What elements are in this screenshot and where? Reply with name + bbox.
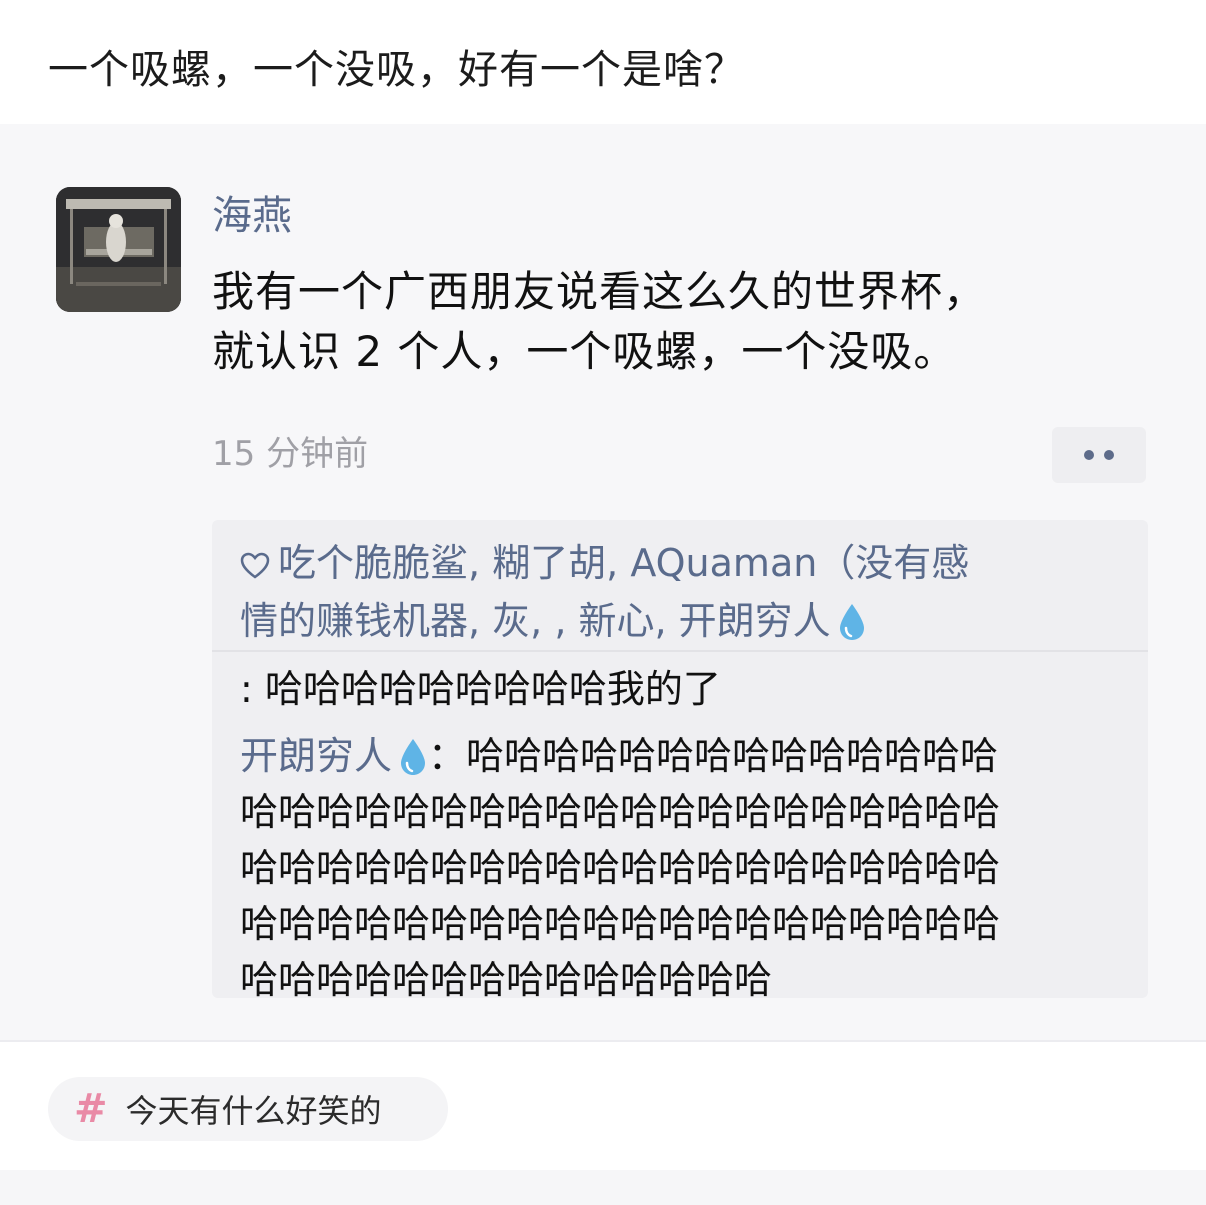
water-drop-icon [401,739,426,775]
likes-list: 吃个脆脆鲨, 糊了胡, AQuaman（没有感 情的赚钱机器, 灰, , 新心,… [240,534,1120,650]
likes-divider [212,650,1148,652]
question-header: 一个吸螺，一个没吸，好有一个是啥？ [0,0,1206,124]
username[interactable]: 海燕 [212,188,292,244]
comment[interactable]: : 哈哈哈哈哈哈哈哈哈我的了 [240,662,721,716]
bottom-band [0,1170,1206,1205]
comment-line: 哈哈哈哈哈哈哈哈哈哈哈哈哈哈哈哈哈哈哈哈 [240,902,1001,946]
more-dot-icon [1084,450,1094,460]
water-drop-icon [839,604,864,640]
question-title: 一个吸螺，一个没吸，好有一个是啥？ [48,47,745,93]
likes-line: 吃个脆脆鲨, 糊了胡, AQuaman（没有感 [240,534,1120,592]
more-dot-icon [1104,450,1114,460]
post-text-line: 就认识 2 个人，一个吸螺，一个没吸。 [212,327,957,376]
likes-names-line2[interactable]: 情的赚钱机器, 灰, , 新心, 开朗穷人 [240,599,831,643]
more-options-button[interactable] [1052,427,1146,483]
comment[interactable]: 开朗穷人 ：哈哈哈哈哈哈哈哈哈哈哈哈哈哈 哈哈哈哈哈哈哈哈哈哈哈哈哈哈哈哈哈哈哈… [240,728,1130,1008]
post-card: 海燕 我有一个广西朋友说看这么久的世界杯， 就认识 2 个人，一个吸螺，一个没吸… [0,124,1206,1040]
commenter-name[interactable]: 开朗穷人 [240,734,392,778]
page: 一个吸螺，一个没吸，好有一个是啥？ 海燕 我有一个广西朋友说看这么久的世界杯， … [0,0,1206,1205]
section-divider [0,1040,1206,1042]
topic-tag[interactable]: # 今天有什么好笑的 [48,1077,448,1141]
heart-outline-icon [240,552,270,579]
likes-names-line1[interactable]: 吃个脆脆鲨, 糊了胡, AQuaman（没有感 [278,541,969,585]
likes-and-comments-box: 吃个脆脆鲨, 糊了胡, AQuaman（没有感 情的赚钱机器, 灰, , 新心,… [212,520,1148,1002]
comment-text: ：哈哈哈哈哈哈哈哈哈哈哈哈哈哈 [428,734,999,778]
comment-line: 哈哈哈哈哈哈哈哈哈哈哈哈哈哈哈哈哈哈哈哈 [240,846,1001,890]
topic-label: 今天有什么好笑的 [125,1092,382,1130]
hashtag-icon: # [74,1086,108,1132]
comment-line: 哈哈哈哈哈哈哈哈哈哈哈哈哈哈 [240,958,773,1002]
post-text: 我有一个广西朋友说看这么久的世界杯， 就认识 2 个人，一个吸螺，一个没吸。 [212,262,1172,382]
avatar[interactable] [56,187,181,312]
swing-photo-avatar [56,187,181,312]
post-text-line: 我有一个广西朋友说看这么久的世界杯， [212,267,987,316]
comment-line: 哈哈哈哈哈哈哈哈哈哈哈哈哈哈哈哈哈哈哈哈 [240,790,1001,834]
comment-line: 开朗穷人 ：哈哈哈哈哈哈哈哈哈哈哈哈哈哈 [240,728,1130,784]
likes-line: 情的赚钱机器, 灰, , 新心, 开朗穷人 [240,592,1120,650]
timestamp: 15 分钟前 [212,434,369,474]
